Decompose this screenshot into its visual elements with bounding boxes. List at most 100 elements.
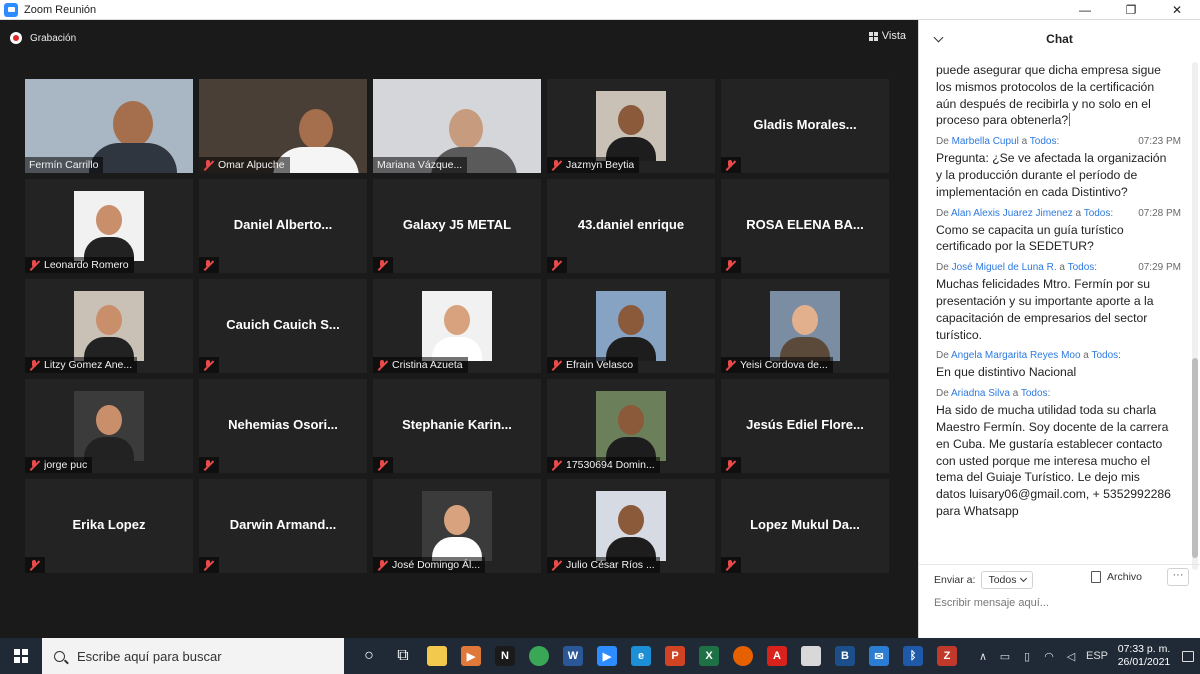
word-icon[interactable]: W — [556, 638, 590, 674]
participant-footer: Fermín Carrillo — [25, 157, 104, 173]
participant-tile[interactable]: Galaxy J5 METAL — [373, 179, 541, 273]
chat-meta-text: De — [936, 262, 952, 274]
participant-tile[interactable]: Omar Alpuche — [199, 79, 367, 173]
zoom-icon[interactable]: ▶ — [590, 638, 624, 674]
chat-recipient[interactable]: Todos — [1021, 388, 1048, 399]
participant-head — [299, 109, 333, 149]
participant-footer — [721, 457, 741, 473]
chat-recipient[interactable]: Todos — [1068, 262, 1095, 273]
participant-tile[interactable]: 43.daniel enrique — [547, 179, 715, 273]
participant-tile[interactable]: Jesús Ediel Flore... — [721, 379, 889, 473]
bluetooth-icon[interactable]: ᛒ — [896, 638, 930, 674]
participant-photo — [74, 291, 144, 361]
participant-tile[interactable]: Cristina Azueta — [373, 279, 541, 373]
file-button[interactable]: Archivo — [1091, 571, 1142, 583]
participant-tile[interactable]: Jazmyn Beytia — [547, 79, 715, 173]
notifications-button[interactable] — [1176, 638, 1200, 674]
taskbar-search-input[interactable] — [77, 648, 317, 664]
participant-tile[interactable]: jorge puc — [25, 379, 193, 473]
media-player-icon[interactable]: ▶ — [454, 638, 488, 674]
muted-mic-icon — [203, 259, 214, 271]
chat-message-input[interactable] — [934, 597, 1184, 609]
participant-tile[interactable]: 17530694 Domin... — [547, 379, 715, 473]
participant-tile[interactable]: Gladis Morales... — [721, 79, 889, 173]
netflix-icon[interactable]: N — [488, 638, 522, 674]
participant-tile[interactable]: Yeisi Cordova de... — [721, 279, 889, 373]
chat-scrollbar[interactable] — [1192, 62, 1198, 570]
cortana-icon[interactable]: ○ — [352, 638, 386, 674]
participant-tile[interactable]: Nehemias Osori... — [199, 379, 367, 473]
participant-name: José Domingo Ál... — [392, 559, 481, 571]
participant-name: 17530694 Domin... — [566, 459, 655, 471]
participant-tile[interactable]: Daniel Alberto... — [199, 179, 367, 273]
participant-tile[interactable]: Fermín Carrillo — [25, 79, 193, 173]
mail-icon[interactable]: ✉ — [862, 638, 896, 674]
excel-icon[interactable]: X — [692, 638, 726, 674]
participant-tile[interactable]: Efrain Velasco — [547, 279, 715, 373]
netflix-icon-glyph: N — [495, 646, 515, 666]
participant-tile[interactable]: Julio César Ríos ... — [547, 479, 715, 573]
powerpoint-icon[interactable]: P — [658, 638, 692, 674]
clock[interactable]: 07:33 p. m. 26/01/2021 — [1112, 643, 1176, 669]
acrobat-icon[interactable]: A — [760, 638, 794, 674]
chat-recipient[interactable]: Todos — [1084, 208, 1111, 219]
participant-tile[interactable]: Erika Lopez — [25, 479, 193, 573]
participant-tile[interactable]: Lopez Mukul Da... — [721, 479, 889, 573]
language-indicator[interactable]: ESP — [1082, 650, 1112, 662]
chat-recipient[interactable]: Todos — [1091, 350, 1118, 361]
participant-name: Fermín Carrillo — [29, 159, 99, 171]
participant-tile[interactable]: Leonardo Romero — [25, 179, 193, 273]
chat-sender[interactable]: Angela Margarita Reyes Moo — [951, 350, 1081, 361]
chat-messages: puede asegurar que dicha empresa sigue l… — [919, 58, 1189, 558]
participant-center-name: Gladis Morales... — [753, 117, 857, 132]
participant-tile[interactable]: José Domingo Ál... — [373, 479, 541, 573]
chat-message-text: Como se capacita un guía turístico certi… — [936, 222, 1124, 254]
participant-tile[interactable]: Mariana Vázque... — [373, 79, 541, 173]
maximize-button[interactable]: ❐ — [1108, 0, 1154, 20]
start-button[interactable] — [0, 638, 42, 674]
chat-sender[interactable]: Ariadna Silva — [951, 388, 1010, 399]
bluebeam-icon[interactable]: B — [828, 638, 862, 674]
chat-sender[interactable]: Alan Alexis Juarez Jimenez — [951, 208, 1073, 219]
chat-sender[interactable]: José Miguel de Luna R. — [952, 262, 1057, 273]
view-button[interactable]: Vista — [868, 30, 906, 42]
participant-footer: Efrain Velasco — [547, 357, 639, 373]
chat-message-text: Ha sido de mucha utilidad toda su charla… — [936, 403, 1171, 518]
battery-icon[interactable]: ▯ — [1016, 650, 1038, 663]
participant-tile[interactable]: Cauich Cauich S... — [199, 279, 367, 373]
chat-sender[interactable]: Marbella Cupul — [952, 136, 1019, 147]
close-button[interactable]: ✕ — [1154, 0, 1200, 20]
minimize-button[interactable]: — — [1062, 0, 1108, 20]
recipient-dropdown[interactable]: Todos — [981, 571, 1034, 589]
more-options-button[interactable]: ··· — [1167, 568, 1189, 586]
tray-chevron-icon[interactable]: ∧ — [972, 650, 994, 663]
taskbar-search[interactable] — [42, 638, 344, 674]
photo-head — [618, 305, 644, 335]
participant-tile[interactable]: Litzy Gomez Ane... — [25, 279, 193, 373]
wifi-icon[interactable]: ◠ — [1038, 650, 1060, 663]
participant-center-name: Erika Lopez — [72, 517, 146, 532]
chat-scrollbar-thumb[interactable] — [1192, 358, 1198, 558]
participant-tile[interactable]: Stephanie Karin... — [373, 379, 541, 473]
chat-recipient[interactable]: Todos — [1030, 136, 1057, 147]
tray-app-icon[interactable]: ▭ — [994, 650, 1016, 663]
muted-mic-icon — [725, 559, 736, 571]
participant-head — [113, 101, 153, 147]
participant-tile[interactable]: ROSA ELENA BA... — [721, 179, 889, 273]
photo-head — [96, 205, 122, 235]
edge-icon[interactable]: e — [624, 638, 658, 674]
media-player-icon-glyph: ▶ — [461, 646, 481, 666]
volume-icon[interactable]: ◁ — [1060, 650, 1082, 663]
participant-center-name: Stephanie Karin... — [402, 417, 512, 432]
edge-icon-glyph: e — [631, 646, 651, 666]
participant-tile[interactable]: Darwin Armand... — [199, 479, 367, 573]
file-label: Archivo — [1107, 571, 1143, 583]
chrome-icon[interactable] — [522, 638, 556, 674]
file-explorer-icon[interactable] — [420, 638, 454, 674]
task-view-icon[interactable]: ⧉ — [386, 638, 420, 674]
store-icon[interactable] — [794, 638, 828, 674]
firefox-icon[interactable] — [726, 638, 760, 674]
chat-message-meta: De Angela Margarita Reyes Moo a Todos: — [936, 349, 1181, 363]
zoom-active-icon[interactable]: Z — [930, 638, 964, 674]
participant-photo — [770, 291, 840, 361]
